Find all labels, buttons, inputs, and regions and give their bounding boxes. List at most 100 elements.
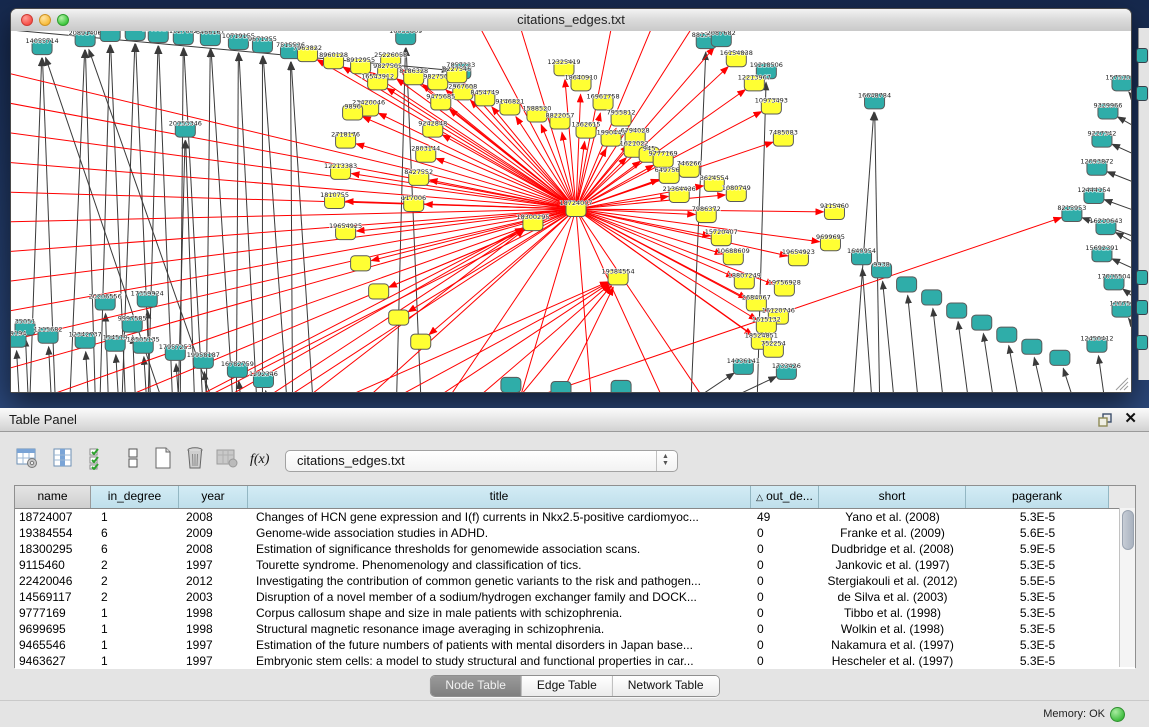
cell-in_degree[interactable]: 1 — [91, 621, 179, 637]
column-header-short[interactable]: short — [819, 486, 966, 508]
graph-node[interactable]: 15720407 — [705, 228, 738, 246]
table-row[interactable]: 2242004622012Investigating the contribut… — [15, 573, 1135, 589]
graph-node[interactable]: 2087682 — [707, 31, 736, 47]
cell-in_degree[interactable]: 1 — [91, 509, 179, 525]
graph-node[interactable]: 10688609 — [717, 247, 750, 265]
column-header-out_de[interactable]: △out_de... — [751, 486, 819, 508]
cell-short[interactable]: Wolkin et al. (1998) — [819, 621, 966, 637]
network-window[interactable]: citations_edges.txt 14055714208914061065… — [10, 8, 1132, 393]
graph-node[interactable] — [369, 284, 389, 299]
column-header-pagerank[interactable]: pagerank — [966, 486, 1109, 508]
graph-node[interactable]: 19654923 — [782, 248, 815, 266]
graph-node[interactable] — [611, 380, 631, 392]
graph-node[interactable] — [351, 256, 371, 271]
cell-in_degree[interactable]: 2 — [91, 589, 179, 605]
column-header-year[interactable]: year — [179, 486, 248, 508]
cell-pagerank[interactable]: 5.3E-5 — [966, 621, 1109, 637]
cell-title[interactable]: Investigating the contribution of common… — [248, 573, 751, 589]
graph-node[interactable]: 1080749 — [722, 184, 751, 202]
cell-pagerank[interactable]: 5.6E-5 — [966, 525, 1109, 541]
cell-title[interactable]: Genome-wide association studies in ADHD. — [248, 525, 751, 541]
graph-node[interactable]: 16154838 — [720, 49, 753, 67]
cell-year[interactable]: 1998 — [179, 621, 248, 637]
cell-short[interactable]: de Silva et al. (2003) — [819, 589, 966, 605]
cell-name[interactable]: 9777169 — [15, 605, 91, 621]
graph-node[interactable]: 14136141 — [727, 357, 760, 375]
cell-year[interactable]: 1997 — [179, 637, 248, 653]
cell-in_degree[interactable]: 1 — [91, 637, 179, 653]
graph-node[interactable]: 9777169 — [649, 150, 678, 168]
graph-node[interactable] — [1136, 300, 1148, 315]
cell-short[interactable]: Tibbo et al. (1998) — [819, 605, 966, 621]
graph-node[interactable]: 1292346 — [249, 370, 278, 388]
graph-node[interactable]: 9671355 — [248, 35, 277, 53]
cell-name[interactable]: 19384554 — [15, 525, 91, 541]
cell-pagerank[interactable]: 5.3E-5 — [966, 557, 1109, 573]
cell-in_degree[interactable]: 1 — [91, 605, 179, 621]
graph-node[interactable] — [100, 31, 120, 42]
network-canvas[interactable]: 1405571420891406106532871527602646616110… — [11, 31, 1131, 392]
table-row[interactable]: 1456911722003Disruption of a novel membe… — [15, 589, 1135, 605]
graph-node[interactable]: 1733426 — [772, 362, 801, 380]
cell-pagerank[interactable]: 5.9E-5 — [966, 541, 1109, 557]
graph-node[interactable] — [1050, 350, 1070, 365]
cell-short[interactable]: Stergiakouli et al. (2012) — [819, 573, 966, 589]
graph-node[interactable]: 9938 — [872, 260, 892, 278]
graph-node[interactable] — [1136, 270, 1148, 285]
graph-node[interactable] — [1022, 339, 1042, 354]
cell-year[interactable]: 1998 — [179, 605, 248, 621]
graph-node[interactable]: 1640954 — [847, 247, 876, 265]
cell-in_degree[interactable]: 6 — [91, 525, 179, 541]
graph-node[interactable]: 746266 — [677, 160, 702, 178]
function-builder-button[interactable]: f(x) — [246, 445, 276, 475]
select-all-button[interactable] — [84, 445, 114, 475]
graph-node[interactable]: 20891406 — [69, 31, 102, 47]
graph-node[interactable]: 9146821 — [495, 97, 524, 115]
cell-name[interactable]: 18300295 — [15, 541, 91, 557]
delete-button[interactable] — [180, 445, 210, 475]
graph-node[interactable]: 8427552 — [404, 168, 433, 186]
graph-node[interactable]: 117006 — [401, 194, 426, 212]
cell-out_de[interactable]: 0 — [751, 653, 819, 669]
graph-node[interactable]: 154519 — [103, 334, 128, 352]
tab-edge-table[interactable]: Edge Table — [522, 676, 613, 696]
cell-pagerank[interactable]: 5.3E-5 — [966, 605, 1109, 621]
graph-node[interactable] — [947, 303, 967, 318]
cell-name[interactable]: 22420046 — [15, 573, 91, 589]
cell-year[interactable]: 2009 — [179, 525, 248, 541]
cell-year[interactable]: 1997 — [179, 653, 248, 669]
graph-node[interactable]: 17016504 — [1097, 272, 1130, 290]
cell-title[interactable]: Tourette syndrome. Phenomenology and cla… — [248, 557, 751, 573]
cell-short[interactable]: Dudbridge et al. (2008) — [819, 541, 966, 557]
graph-node[interactable] — [1136, 335, 1148, 350]
graph-node[interactable]: 12342737 — [69, 331, 102, 349]
graph-node[interactable]: 17359924 — [131, 289, 164, 307]
show-columns-button[interactable] — [48, 445, 78, 475]
graph-node[interactable]: 21364436 — [663, 185, 696, 203]
cell-short[interactable]: Jankovic et al. (1997) — [819, 557, 966, 573]
cell-short[interactable]: Franke et al. (2009) — [819, 525, 966, 541]
cell-name[interactable]: 9463627 — [15, 653, 91, 669]
graph-node[interactable]: 12444154 — [1077, 186, 1110, 204]
graph-node[interactable] — [411, 334, 431, 349]
graph-node[interactable]: 1810755 — [320, 191, 349, 209]
cell-title[interactable]: Disruption of a novel member of a sodium… — [248, 589, 751, 605]
cell-in_degree[interactable]: 1 — [91, 653, 179, 669]
graph-node[interactable]: 116753 — [1110, 300, 1131, 318]
cell-out_de[interactable]: 0 — [751, 541, 819, 557]
graph-node[interactable]: 7986372 — [692, 205, 721, 223]
resize-grip[interactable] — [1116, 378, 1128, 390]
table-row[interactable]: 1830029562008Estimation of significance … — [15, 541, 1135, 557]
graph-node[interactable]: 6466161 — [196, 31, 225, 46]
cell-pagerank[interactable]: 5.3E-5 — [966, 653, 1109, 669]
graph-node[interactable]: 8912955 — [346, 56, 375, 74]
tab-network-table[interactable]: Network Table — [613, 676, 719, 696]
tab-node-table[interactable]: Node Table — [430, 676, 522, 696]
table-row[interactable]: 946362711997Embryonic stem cells: a mode… — [15, 653, 1135, 669]
graph-node[interactable]: 752254 — [761, 340, 786, 358]
cell-year[interactable]: 1997 — [179, 557, 248, 573]
cell-pagerank[interactable]: 5.3E-5 — [966, 637, 1109, 653]
graph-node[interactable]: 10973493 — [755, 96, 788, 114]
cell-out_de[interactable]: 0 — [751, 557, 819, 573]
cell-name[interactable]: 9115460 — [15, 557, 91, 573]
